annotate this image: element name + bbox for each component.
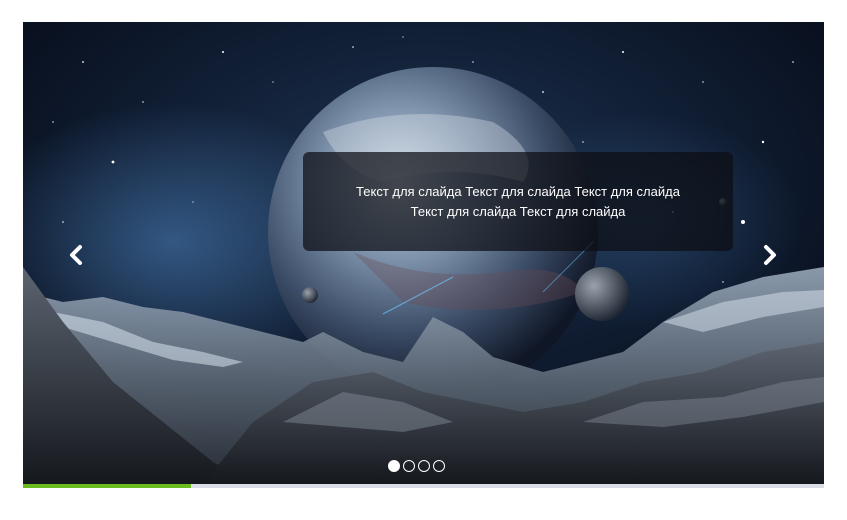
prev-slide-button[interactable] <box>61 240 91 270</box>
slide-image <box>23 22 824 484</box>
next-slide-button[interactable] <box>755 240 785 270</box>
slide-dot-1[interactable] <box>388 460 400 472</box>
slide-caption: Текст для слайда Текст для слайда Текст … <box>303 152 733 251</box>
chevron-right-icon <box>764 245 776 265</box>
slide-progress-bar <box>23 484 824 488</box>
slide-dot-4[interactable] <box>433 460 445 472</box>
slide-dot-3[interactable] <box>418 460 430 472</box>
slide-progress-fill <box>23 484 192 488</box>
slide-indicators <box>388 460 445 472</box>
caption-line-2: Текст для слайда Текст для слайда <box>410 203 626 219</box>
chevron-left-icon <box>70 245 82 265</box>
image-slider[interactable]: Текст для слайда Текст для слайда Текст … <box>23 22 824 488</box>
caption-line-1: Текст для слайда Текст для слайда Текст … <box>356 183 680 199</box>
slide-dot-2[interactable] <box>403 460 415 472</box>
